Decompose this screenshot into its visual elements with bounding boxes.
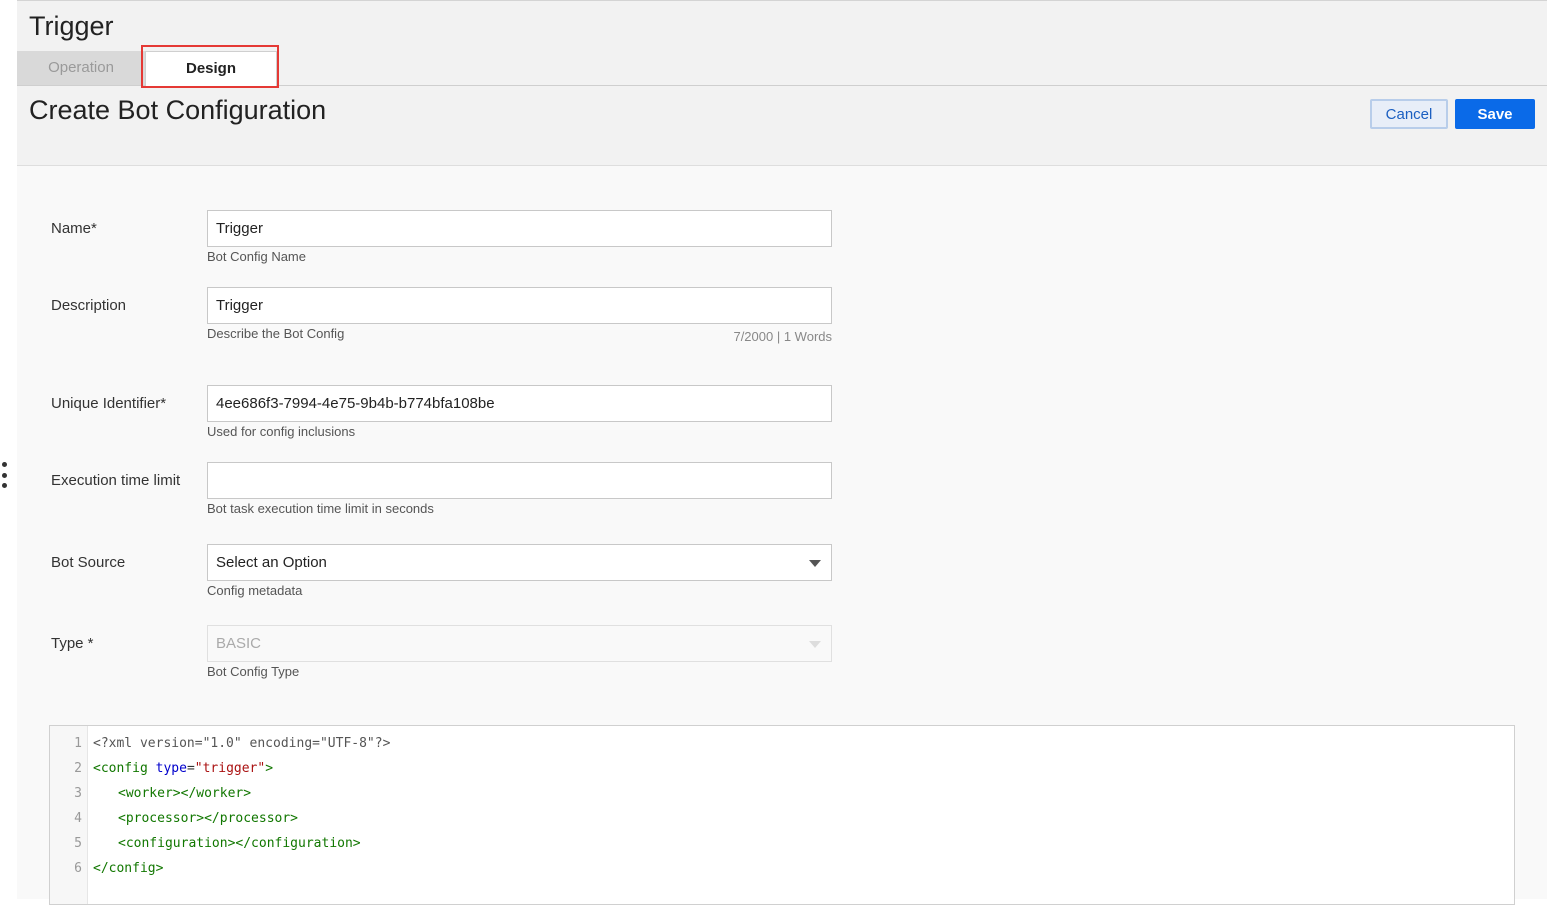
main-panel: Trigger Operation Design Create Bot Conf…: [17, 0, 1547, 905]
name-label: Name*: [51, 220, 97, 237]
line-number: 2: [74, 761, 82, 776]
left-gutter: [0, 0, 17, 898]
name-helper: Bot Config Name: [207, 249, 306, 264]
xml-code-editor[interactable]: 1 <?xml version="1.0" encoding="UTF-8"?>…: [49, 725, 1515, 905]
description-input[interactable]: Trigger: [207, 287, 832, 324]
chevron-down-icon: [809, 560, 821, 567]
xml-string: "trigger": [194, 761, 266, 776]
line-number: 5: [74, 836, 82, 851]
code-text: <configuration></configuration>: [118, 836, 361, 851]
right-gutter: [1547, 0, 1568, 898]
unique-identifier-label: Unique Identifier*: [51, 395, 167, 412]
tab-design[interactable]: Design: [145, 51, 277, 86]
bot-source-helper: Config metadata: [207, 583, 303, 598]
unique-identifier-input[interactable]: 4ee686f3-7994-4e75-9b4b-b774bfa108be: [207, 385, 832, 422]
section-title: Create Bot Configuration: [29, 95, 327, 125]
xml-eq: =: [186, 761, 195, 776]
type-select: BASIC: [207, 625, 832, 662]
code-line: 2 <config type="trigger">: [50, 756, 1510, 781]
cancel-button[interactable]: Cancel: [1370, 99, 1448, 129]
xml-tag: >: [265, 761, 274, 776]
line-number: 4: [74, 811, 82, 826]
code-text: <?xml version="1.0" encoding="UTF-8"?>: [93, 736, 391, 751]
chevron-down-icon: [809, 641, 821, 648]
type-helper: Bot Config Type: [207, 664, 300, 679]
code-line: 1 <?xml version="1.0" encoding="UTF-8"?>: [50, 731, 1510, 756]
tab-bar: Operation Design: [17, 51, 1547, 86]
kebab-menu-icon[interactable]: [0, 462, 8, 488]
code-text: </config>: [93, 861, 164, 876]
code-line: 4 <processor></processor>: [50, 806, 1510, 831]
name-input[interactable]: Trigger: [207, 210, 832, 247]
execution-time-limit-label: Execution time limit: [51, 472, 181, 489]
bot-source-label: Bot Source: [51, 554, 126, 571]
execution-time-limit-input[interactable]: [207, 462, 832, 499]
code-line: 6 </config>: [50, 856, 1510, 881]
page-header: Trigger Operation Design Create Bot Conf…: [17, 1, 1547, 166]
type-value: BASIC: [216, 635, 262, 652]
code-line: 3 <worker></worker>: [50, 781, 1510, 806]
unique-identifier-helper: Used for config inclusions: [207, 424, 356, 439]
bot-source-value: Select an Option: [216, 554, 327, 571]
page-title: Trigger: [29, 11, 114, 41]
execution-time-limit-helper: Bot task execution time limit in seconds: [207, 501, 434, 516]
type-label: Type *: [51, 635, 94, 652]
bot-source-select[interactable]: Select an Option: [207, 544, 832, 581]
description-counter: 7/2000 | 1 Words: [733, 329, 832, 344]
code-text: <config type="trigger">: [93, 756, 273, 781]
code-text: <processor></processor>: [118, 811, 299, 826]
code-text: <worker></worker>: [118, 786, 252, 801]
line-number: 3: [74, 786, 82, 801]
description-helper: Describe the Bot Config: [207, 326, 345, 341]
line-number: 6: [74, 861, 82, 876]
tab-operation[interactable]: Operation: [17, 51, 145, 85]
description-label: Description: [51, 297, 127, 314]
code-line: 5 <configuration></configuration>: [50, 831, 1510, 856]
line-number: 1: [74, 736, 82, 751]
save-button[interactable]: Save: [1455, 99, 1535, 129]
xml-tag: <config: [93, 761, 148, 776]
xml-attr: type: [155, 761, 187, 776]
